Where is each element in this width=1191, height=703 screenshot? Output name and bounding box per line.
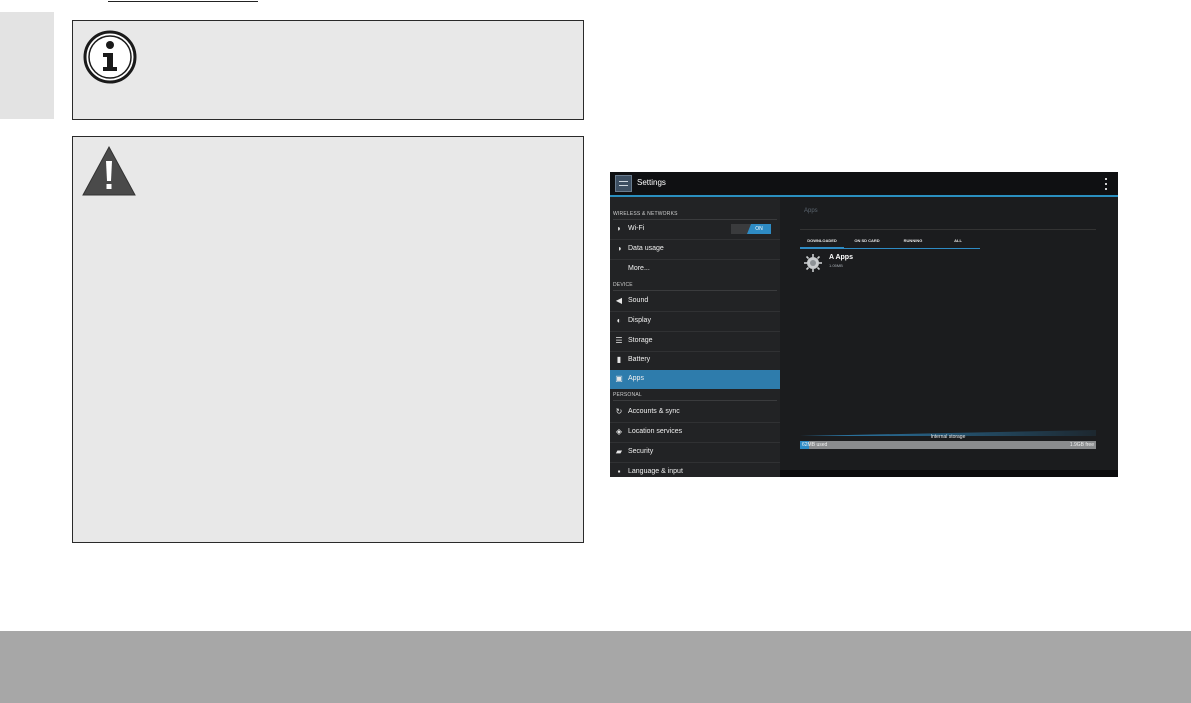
storage-label: Internal storage — [930, 434, 966, 440]
tabs-underline — [800, 248, 980, 249]
top-underline — [108, 0, 258, 2]
section-header-device: DEVICE — [613, 282, 777, 291]
settings-item-storage[interactable]: ☰ Storage — [610, 332, 780, 352]
settings-item-more[interactable]: More... — [610, 260, 780, 279]
section-header-personal: PERSONAL — [613, 392, 777, 401]
settings-list: WIRELESS & NETWORKS ◗ Wi-Fi ON ◑ Data us… — [610, 197, 780, 477]
sync-icon: ↻ — [615, 407, 623, 416]
settings-item-sound[interactable]: ◀ Sound — [610, 292, 780, 312]
app-size: 1.05MB — [829, 263, 843, 268]
note-box — [72, 20, 584, 120]
apps-icon: ▣ — [615, 374, 623, 383]
android-app-icon — [804, 254, 822, 272]
app-name[interactable]: A Apps — [829, 254, 853, 261]
settings-item-data-usage[interactable]: ◑ Data usage — [610, 240, 780, 260]
settings-item-label: Battery — [628, 356, 651, 363]
wifi-toggle-on: ON — [747, 224, 771, 234]
battery-icon: ▮ — [616, 355, 622, 364]
wifi-icon: ◗ — [616, 224, 622, 233]
warning-icon — [82, 145, 136, 196]
settings-item-display[interactable]: ◐ Display — [610, 312, 780, 332]
nav-strip — [780, 470, 1118, 477]
display-icon: ◐ — [616, 316, 622, 325]
action-bar-title: Settings — [637, 178, 666, 187]
keyboard-icon: ▪ — [617, 467, 621, 476]
storage-used: 62MB used — [802, 442, 828, 448]
settings-app-icon[interactable] — [615, 175, 632, 192]
settings-item-label: Location services — [628, 428, 683, 435]
speaker-icon: ◀ — [615, 296, 623, 305]
action-bar: Settings — [610, 172, 1118, 197]
side-tab — [0, 12, 54, 119]
settings-item-label: More... — [628, 265, 650, 272]
tab-all[interactable]: ALL — [936, 234, 980, 247]
settings-item-apps[interactable]: ▣ Apps — [610, 370, 780, 389]
settings-item-label: Sound — [628, 297, 649, 304]
overflow-menu-icon[interactable] — [1104, 178, 1108, 190]
warning-box — [72, 136, 584, 543]
tab-on-sd-card[interactable]: ON SD CARD — [844, 234, 890, 247]
apps-pane-title: Apps — [804, 208, 818, 214]
settings-item-battery[interactable]: ▮ Battery — [610, 351, 780, 371]
storage-icon: ☰ — [615, 336, 623, 345]
settings-item-location[interactable]: ◈ Location services — [610, 423, 780, 443]
settings-item-security[interactable]: ▰ Security — [610, 443, 780, 463]
section-header-wireless: WIRELESS & NETWORKS — [613, 211, 777, 220]
tab-running[interactable]: RUNNING — [890, 234, 936, 247]
settings-item-label: Apps — [628, 375, 644, 382]
settings-item-label: Wi-Fi — [628, 225, 645, 232]
settings-item-label: Accounts & sync — [628, 408, 680, 415]
wifi-toggle[interactable]: ON — [731, 224, 771, 234]
settings-item-accounts[interactable]: ↻ Accounts & sync — [610, 403, 780, 423]
settings-item-label: Display — [628, 317, 651, 324]
settings-item-label: Storage — [628, 337, 653, 344]
lock-icon: ▰ — [615, 447, 623, 456]
settings-screenshot: Settings WIRELESS & NETWORKS ◗ Wi-Fi ON … — [610, 172, 1118, 477]
storage-bar: 62MB used 1.9GB free — [800, 441, 1096, 449]
footer-band — [0, 631, 1191, 703]
location-icon: ◈ — [615, 427, 623, 436]
tab-downloaded[interactable]: DOWNLOADED — [800, 234, 844, 249]
data-usage-icon: ◑ — [616, 244, 622, 253]
storage-free: 1.9GB free — [1069, 442, 1094, 448]
info-icon — [83, 30, 137, 84]
settings-item-wifi[interactable]: ◗ Wi-Fi ON — [610, 220, 780, 240]
settings-item-label: Security — [628, 448, 654, 455]
tabs-rule — [800, 229, 1096, 230]
settings-item-label: Language & input — [628, 468, 683, 475]
settings-item-language[interactable]: ▪ Language & input — [610, 463, 780, 477]
settings-item-label: Data usage — [628, 245, 664, 252]
